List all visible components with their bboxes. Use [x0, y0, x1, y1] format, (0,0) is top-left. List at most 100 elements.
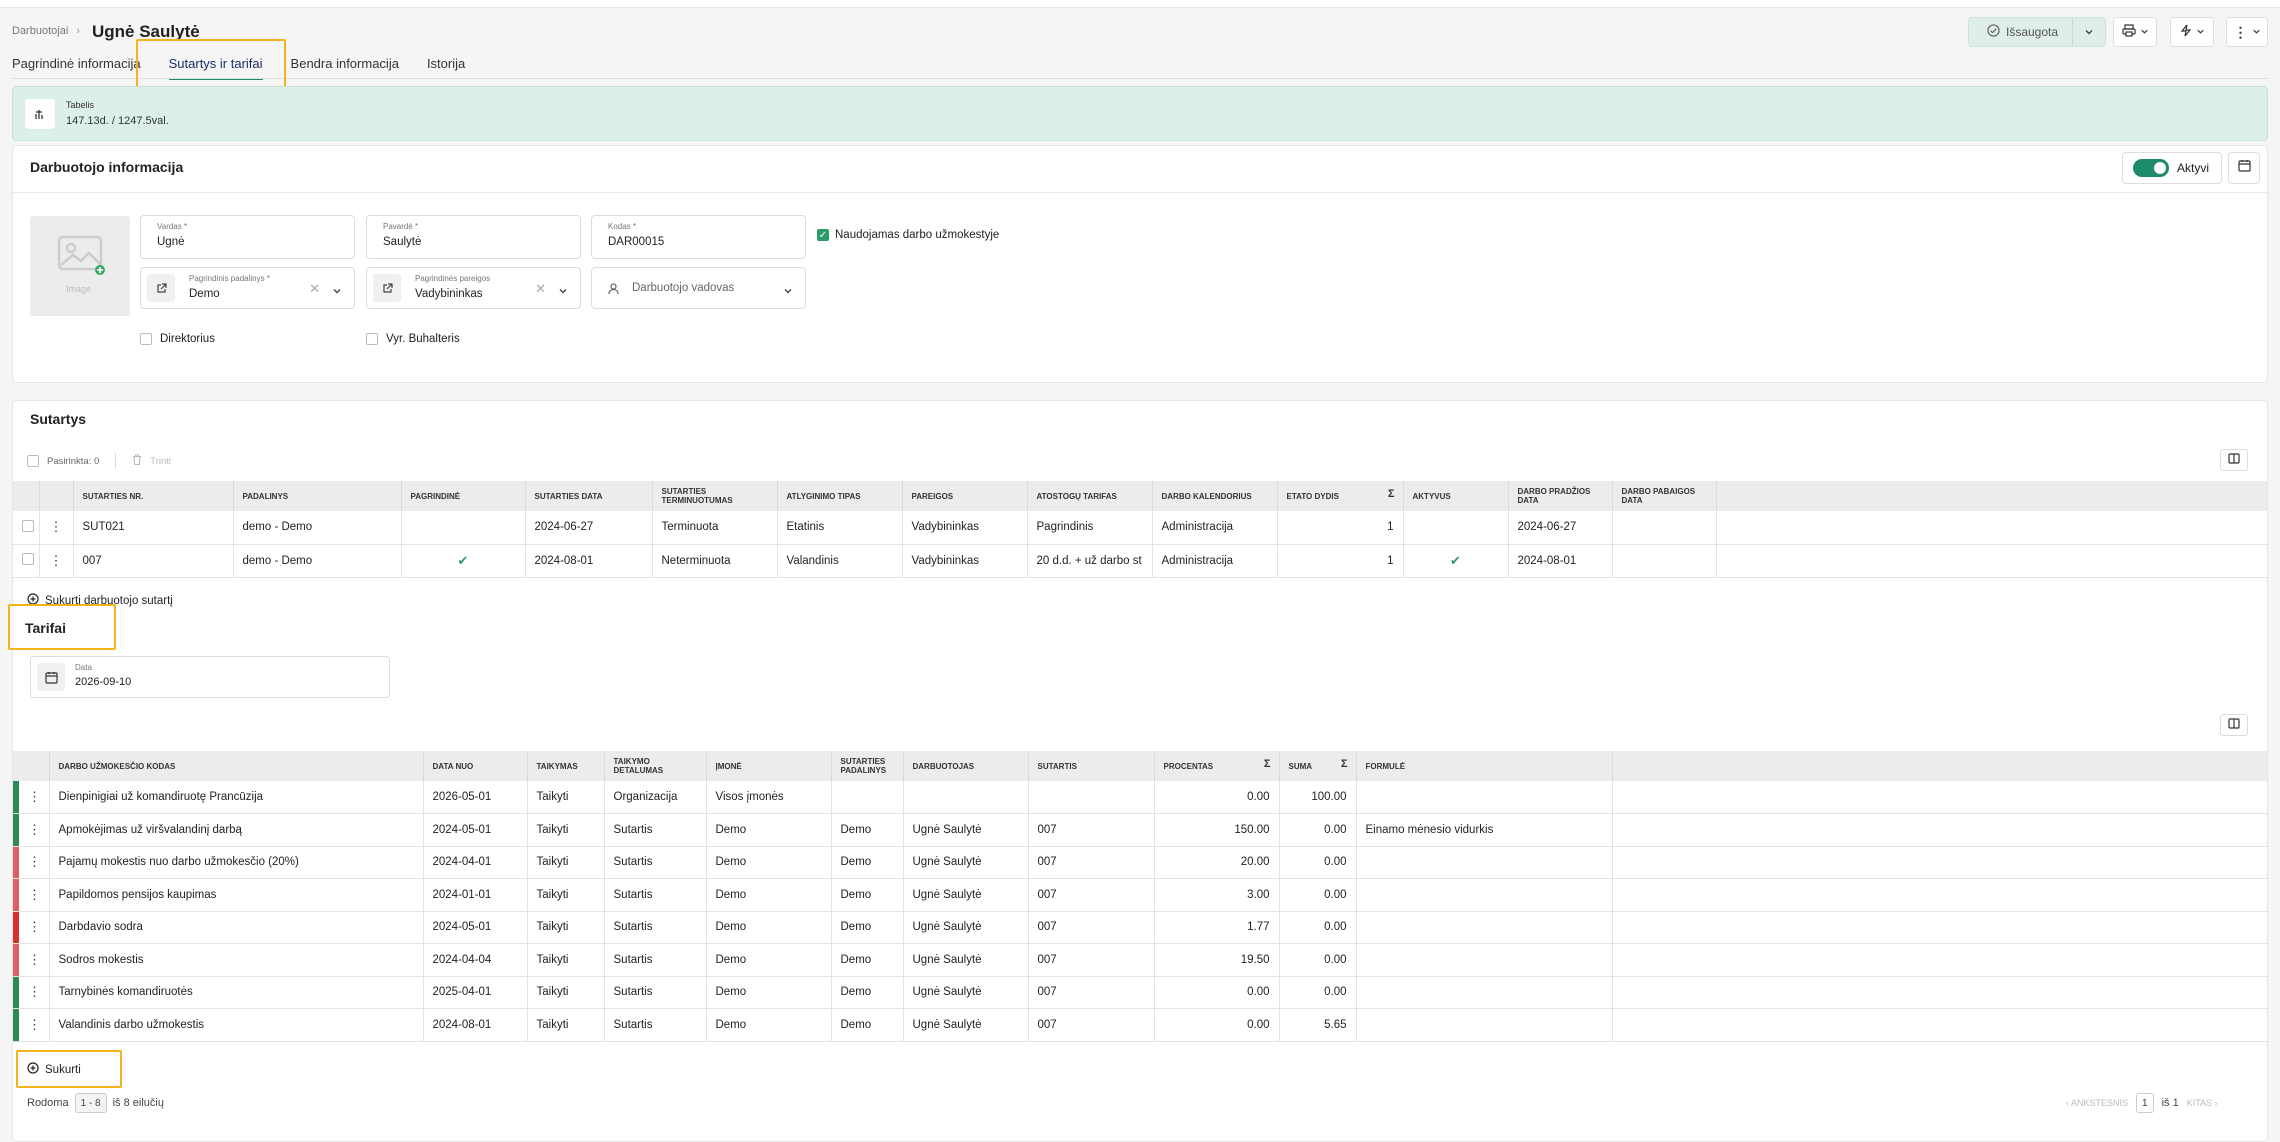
department-select[interactable]: Pagrindinis padalinys * Demo ✕ [140, 267, 355, 309]
rates-date-field[interactable]: Data 2026-09-10 [30, 656, 390, 698]
chevron-down-icon[interactable] [332, 283, 342, 301]
cell [1612, 846, 2267, 879]
table-row[interactable]: ⋮ Pajamų mokestis nuo darbo užmokesčio (2… [13, 846, 2267, 879]
clear-icon[interactable]: ✕ [309, 281, 320, 297]
select-all-checkbox[interactable] [27, 455, 39, 467]
create-rate-button[interactable]: Sukurti [27, 1062, 81, 1077]
last-name-field[interactable]: Pavardė * Saulytė [366, 215, 581, 259]
cell: Sutartis [604, 846, 707, 879]
table-row[interactable]: ⋮ 007 demo - Demo ✔ 2024-08-01 Neterminu… [13, 544, 2267, 578]
row-menu-icon[interactable]: ⋮ [19, 846, 50, 879]
table-row[interactable]: ⋮ Tarnybinės komandiruotės 2025-04-01 Taiky… [13, 976, 2267, 1009]
table-row[interactable]: ⋮ Apmokėjimas už viršvalandinį darbą 2024-… [13, 813, 2267, 847]
manager-select[interactable]: Darbuotojo vadovas [591, 267, 806, 309]
tab-main-info[interactable]: Pagrindinė informacija [12, 56, 141, 80]
header-position[interactable]: Pareigos [902, 481, 1028, 511]
cell: Neterminuota [652, 544, 778, 578]
toggle-switch[interactable] [2133, 159, 2169, 177]
delete-button[interactable]: Trinti [150, 456, 171, 467]
avatar-upload[interactable]: Image [30, 216, 130, 316]
header-main[interactable]: Pagrindinė [401, 481, 526, 511]
pagination-info: Rodoma 1 - 8 iš 8 eilučių [27, 1093, 164, 1113]
chevron-down-icon[interactable] [558, 283, 568, 301]
chevron-down-icon[interactable] [783, 283, 793, 301]
next-page-button[interactable]: KITAS › [2187, 1098, 2218, 1108]
header-vacation-rate[interactable]: Atostogų tarifas [1027, 481, 1153, 511]
header-apply[interactable]: Taikymas [527, 751, 605, 781]
row-menu-icon[interactable]: ⋮ [19, 943, 50, 977]
cell: 2024-08-01 [1508, 544, 1613, 578]
cell [831, 781, 904, 814]
header-percent[interactable]: Procentas Σ [1154, 751, 1280, 781]
table-row[interactable]: ⋮ Valandinis darbo užmokestis 2024-08-01 Ta… [13, 1008, 2267, 1042]
table-row[interactable]: ⋮ Papildomos pensijos kaupimas 2024-01-01 T… [13, 878, 2267, 912]
header-formula[interactable]: Formulė [1356, 751, 1613, 781]
table-row[interactable]: ⋮ Darbdavio sodra 2024-05-01 Taikyti Sutarti… [13, 911, 2267, 944]
table-row[interactable]: ⋮ Sodros mokestis 2024-04-04 Taikyti Sutarti… [13, 943, 2267, 977]
columns-toggle-button[interactable] [2220, 449, 2248, 471]
header-contract-nr[interactable]: Sutarties nr. [73, 481, 234, 511]
saved-status-button[interactable]: Išsaugota [1968, 17, 2106, 47]
header-end-date[interactable]: Darbo pabaigos data [1612, 481, 1717, 511]
row-menu-icon[interactable]: ⋮ [19, 878, 50, 912]
tab-general-info[interactable]: Bendra informacija [291, 56, 399, 80]
header-detail[interactable]: Taikymo detalumas [604, 751, 707, 781]
header-salary-type[interactable]: Atlyginimo tipas [777, 481, 903, 511]
create-rate-label: Sukurti [45, 1063, 81, 1076]
row-menu-icon[interactable]: ⋮ [39, 544, 74, 578]
header-sum[interactable]: Suma Σ [1279, 751, 1357, 781]
header-size[interactable]: Etato dydis Σ [1277, 481, 1404, 511]
header-term[interactable]: Sutarties terminuotumas [652, 481, 778, 511]
external-link-icon[interactable] [373, 274, 401, 302]
code-field[interactable]: Kodas * DAR00015 [591, 215, 806, 259]
row-menu-icon[interactable]: ⋮ [19, 813, 50, 847]
accountant-checkbox[interactable]: Vyr. Buhalteris [366, 333, 460, 345]
external-link-icon[interactable] [147, 274, 175, 302]
calendar-icon[interactable] [37, 663, 65, 691]
columns-toggle-button[interactable] [2220, 714, 2248, 736]
row-checkbox[interactable] [22, 519, 34, 532]
table-row[interactable]: ⋮ Dienpinigiai už komandiruotę Prancūzija… [13, 781, 2267, 814]
row-menu-icon[interactable]: ⋮ [39, 511, 74, 545]
breadcrumb-parent-link[interactable]: Darbuotojai [12, 25, 68, 37]
clear-icon[interactable]: ✕ [535, 281, 546, 297]
header-company[interactable]: Įmonė [706, 751, 832, 781]
table-row[interactable]: ⋮ SUT021 demo - Demo 2024-06-27 Terminuo… [13, 511, 2267, 545]
row-menu-icon[interactable]: ⋮ [19, 911, 50, 944]
more-menu-button[interactable]: ⋮ [2226, 17, 2268, 47]
header-code[interactable]: Darbo užmokesčio kodas [49, 751, 424, 781]
checkbox[interactable] [140, 333, 152, 345]
tab-history[interactable]: Istorija [427, 56, 465, 80]
position-select[interactable]: Pagrindinės pareigos Vadybininkas ✕ [366, 267, 581, 309]
active-toggle[interactable]: Aktyvi [2122, 152, 2222, 184]
header-department[interactable]: Padalinys [233, 481, 402, 511]
header-calendar[interactable]: Darbo kalendorius [1152, 481, 1278, 511]
header-employee[interactable]: Darbuotojas [903, 751, 1029, 781]
cell: Taikyti [527, 1008, 605, 1042]
page-number[interactable]: 1 [2136, 1093, 2154, 1113]
row-menu-icon[interactable]: ⋮ [19, 976, 50, 1009]
header-contract[interactable]: Sutartis [1028, 751, 1155, 781]
first-name-field[interactable]: Vardas * Ugnė [140, 215, 355, 259]
trash-icon [132, 454, 142, 468]
header-dept[interactable]: Sutarties padalinys [831, 751, 904, 781]
print-button[interactable] [2113, 17, 2157, 47]
payroll-checkbox[interactable]: ✓ Naudojamas darbo užmokestyje [817, 229, 999, 241]
row-menu-icon[interactable]: ⋮ [19, 781, 50, 814]
checkbox-checked[interactable]: ✓ [817, 229, 829, 241]
director-checkbox[interactable]: Direktorius [140, 333, 215, 345]
row-menu-icon[interactable]: ⋮ [19, 1008, 50, 1042]
actions-button[interactable] [2170, 17, 2214, 47]
header-from[interactable]: Data nuo [423, 751, 528, 781]
calendar-button[interactable] [2228, 152, 2260, 184]
row-checkbox[interactable] [22, 553, 34, 565]
cell: Sutartis [604, 976, 707, 1009]
header-percent-label: Procentas [1163, 761, 1214, 771]
header-contract-date[interactable]: Sutarties data [525, 481, 653, 511]
header-active[interactable]: Aktyvus [1403, 481, 1509, 511]
prev-page-button[interactable]: ‹ ANKSTESNIS [2066, 1098, 2128, 1108]
chevron-down-icon[interactable] [2071, 18, 2105, 46]
calendar-icon [2237, 159, 2251, 177]
header-start-date[interactable]: Darbo pradžios data [1508, 481, 1613, 511]
checkbox[interactable] [366, 333, 378, 345]
